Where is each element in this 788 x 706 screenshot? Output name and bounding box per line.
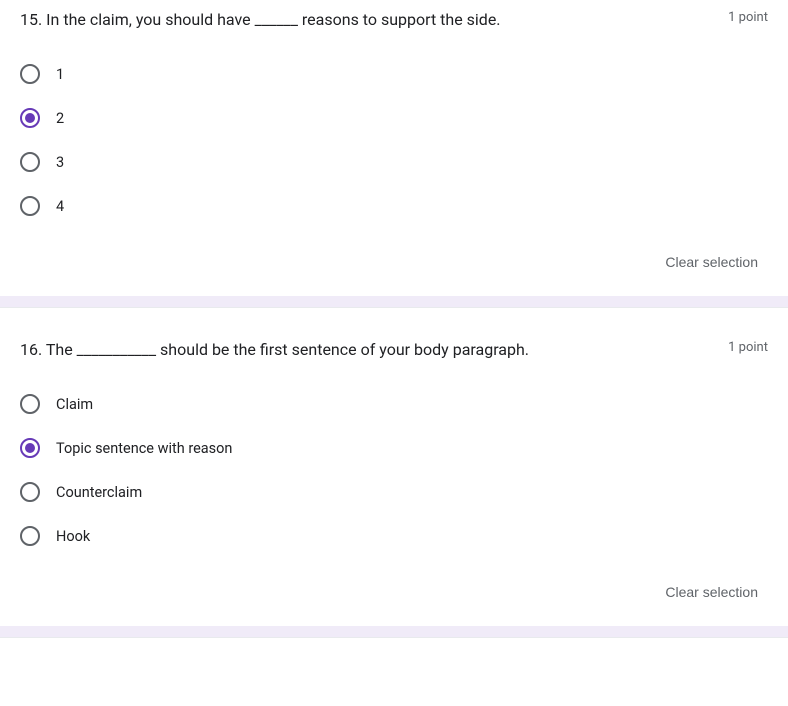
option-label: Counterclaim [56, 484, 142, 501]
radio-icon [20, 64, 40, 84]
option-label: Claim [56, 396, 93, 413]
option-hook[interactable]: Hook [20, 514, 768, 558]
option-label: 3 [56, 154, 64, 171]
radio-icon [20, 108, 40, 128]
card-divider [0, 626, 788, 638]
spacer [20, 308, 768, 330]
card-divider [0, 296, 788, 308]
option-label: 2 [56, 110, 64, 127]
option-1[interactable]: 1 [20, 52, 768, 96]
options-group: Claim Topic sentence with reason Counter… [20, 382, 768, 568]
option-counterclaim[interactable]: Counterclaim [20, 470, 768, 514]
question-card-16: 16. The ___________ should be the first … [0, 308, 788, 626]
question-text: 15. In the claim, you should have ______… [20, 8, 728, 32]
clear-row: Clear selection [20, 238, 768, 296]
clear-row: Clear selection [20, 568, 768, 626]
clear-selection-button[interactable]: Clear selection [655, 578, 768, 606]
option-3[interactable]: 3 [20, 140, 768, 184]
option-label: Topic sentence with reason [56, 440, 232, 457]
radio-icon [20, 438, 40, 458]
radio-icon [20, 152, 40, 172]
radio-icon [20, 196, 40, 216]
option-label: 4 [56, 198, 64, 215]
options-group: 1 2 3 4 [20, 52, 768, 238]
question-header: 15. In the claim, you should have ______… [20, 0, 768, 52]
option-label: 1 [56, 66, 64, 83]
clear-selection-button[interactable]: Clear selection [655, 248, 768, 276]
question-header: 16. The ___________ should be the first … [20, 330, 768, 382]
radio-icon [20, 526, 40, 546]
option-label: Hook [56, 528, 90, 545]
radio-icon [20, 482, 40, 502]
option-claim[interactable]: Claim [20, 382, 768, 426]
radio-icon [20, 394, 40, 414]
question-points: 1 point [728, 340, 768, 355]
option-2[interactable]: 2 [20, 96, 768, 140]
option-4[interactable]: 4 [20, 184, 768, 228]
question-points: 1 point [728, 10, 768, 25]
question-card-15: 15. In the claim, you should have ______… [0, 0, 788, 296]
question-text: 16. The ___________ should be the first … [20, 338, 728, 362]
option-topic-sentence[interactable]: Topic sentence with reason [20, 426, 768, 470]
